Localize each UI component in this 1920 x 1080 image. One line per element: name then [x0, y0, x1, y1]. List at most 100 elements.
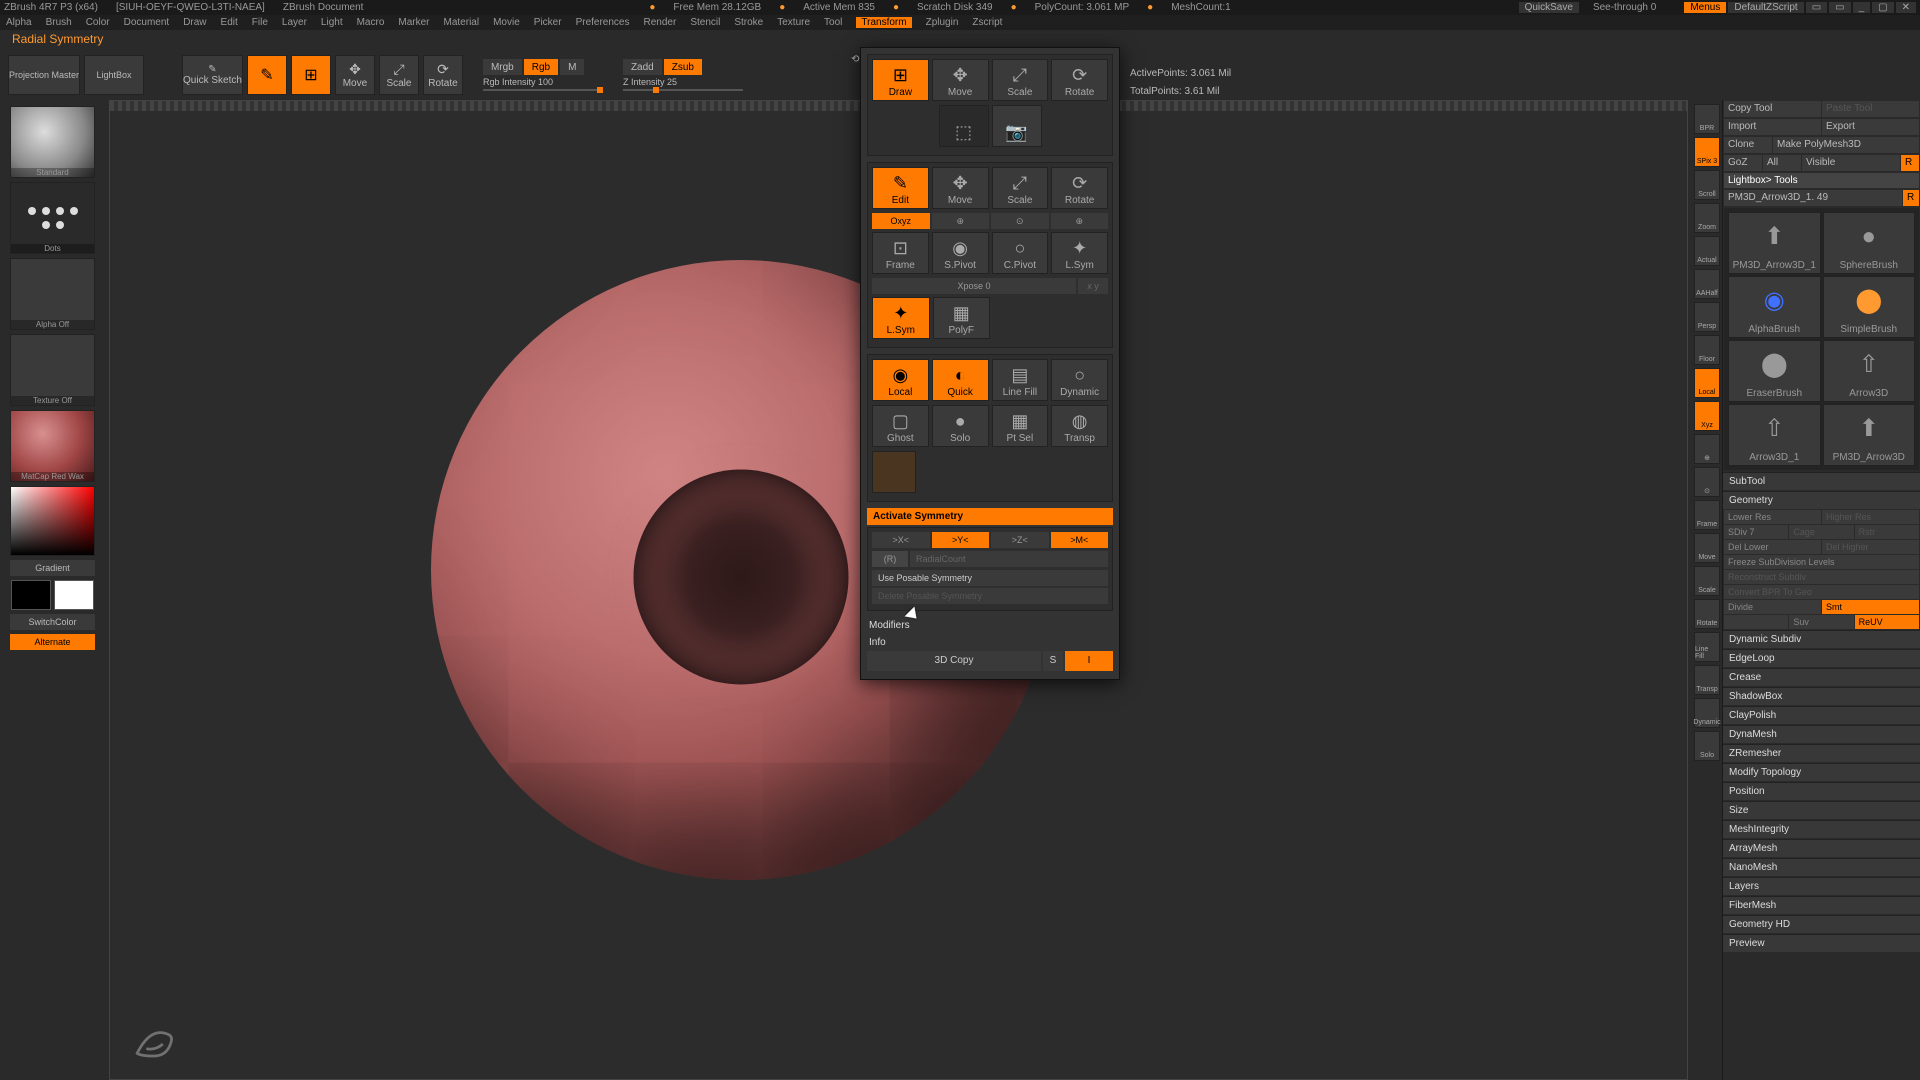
tool-arrow3d_1[interactable]: ⇧Arrow3D_1 [1728, 404, 1821, 466]
geom-sdiv-7[interactable]: SDiv 7 [1724, 525, 1788, 539]
swatch-white[interactable] [54, 580, 94, 610]
copy-tool-button[interactable]: Copy Tool [1724, 101, 1821, 117]
section-modify-topology[interactable]: Modify Topology [1723, 763, 1920, 781]
see-through[interactable]: See-through 0 [1593, 2, 1656, 13]
menu-macro[interactable]: Macro [357, 17, 385, 28]
float-c-pivot[interactable]: ○C.Pivot [992, 232, 1049, 274]
menu-picker[interactable]: Picker [534, 17, 562, 28]
float-solo[interactable]: ●Solo [932, 405, 989, 447]
section-geometry-hd[interactable]: Geometry HD [1723, 915, 1920, 933]
texture-thumb[interactable]: Texture Off [10, 334, 95, 406]
float-dynamic[interactable]: ○Dynamic [1051, 359, 1108, 401]
section-preview[interactable]: Preview [1723, 934, 1920, 952]
tool-arrow3d[interactable]: ⇧Arrow3D [1823, 340, 1916, 402]
tool-eraserbrush[interactable]: ⬤EraserBrush [1728, 340, 1821, 402]
menu-zplugin[interactable]: Zplugin [926, 17, 959, 28]
menu-movie[interactable]: Movie [493, 17, 520, 28]
radial-count-slider[interactable]: RadialCount [910, 551, 1108, 567]
float-move[interactable]: ✥Move [932, 167, 989, 209]
use-posable-symmetry-button[interactable]: Use Posable Symmetry [872, 570, 1108, 586]
section-crease[interactable]: Crease [1723, 668, 1920, 686]
section-position[interactable]: Position [1723, 782, 1920, 800]
section-meshintegrity[interactable]: MeshIntegrity [1723, 820, 1920, 838]
menu-alpha[interactable]: Alpha [6, 17, 32, 28]
float-local[interactable]: ◉Local [872, 359, 929, 401]
geom-reconstruct-subdiv[interactable]: Reconstruct Subdiv [1724, 570, 1919, 584]
float-line-fill[interactable]: ▤Line Fill [992, 359, 1049, 401]
xpose-slider[interactable]: Xpose 0 [872, 278, 1076, 294]
menu-transform[interactable]: Transform [856, 17, 911, 28]
rstrip-spix-3[interactable]: SPix 3 [1694, 137, 1720, 167]
section-shadowbox[interactable]: ShadowBox [1723, 687, 1920, 705]
section-layers[interactable]: Layers [1723, 877, 1920, 895]
float-frame[interactable]: ⊡Frame [872, 232, 929, 274]
section-dynamesh[interactable]: DynaMesh [1723, 725, 1920, 743]
geom-convert-bpr-to-geo[interactable]: Convert BPR To Geo [1724, 585, 1919, 599]
geom-smt[interactable]: Smt [1822, 600, 1919, 614]
rstrip-aahalf[interactable]: AAHalf [1694, 269, 1720, 299]
projection-master-button[interactable]: Projection Master [8, 55, 80, 95]
rstrip-floor[interactable]: Floor [1694, 335, 1720, 365]
gradient-button[interactable]: Gradient [10, 560, 95, 576]
export-button[interactable]: Export [1822, 119, 1919, 135]
menu-stroke[interactable]: Stroke [734, 17, 763, 28]
reload-icon[interactable]: ⟲ [851, 54, 859, 65]
rstrip-scroll[interactable]: Scroll [1694, 170, 1720, 200]
sym-axis-Y[interactable]: >Y< [932, 532, 990, 548]
rgb-mode[interactable]: Rgb [524, 59, 558, 75]
menu-marker[interactable]: Marker [398, 17, 429, 28]
rstrip-local[interactable]: Local [1694, 368, 1720, 398]
menus-toggle[interactable]: Menus [1684, 2, 1726, 13]
section-arraymesh[interactable]: ArrayMesh [1723, 839, 1920, 857]
m-mode[interactable]: M [560, 59, 584, 75]
float-s-pivot[interactable]: ◉S.Pivot [932, 232, 989, 274]
quicksave-button[interactable]: QuickSave [1519, 2, 1579, 13]
float-scale[interactable]: ⤢Scale [992, 167, 1049, 209]
goz-r-button[interactable]: R [1901, 155, 1919, 171]
geom-freeze-subdivision-levels[interactable]: Freeze SubDivision Levels [1724, 555, 1919, 569]
section-zremesher[interactable]: ZRemesher [1723, 744, 1920, 762]
rstrip-rotate[interactable]: Rotate [1694, 599, 1720, 629]
float-polyf[interactable]: ▦PolyF [933, 297, 991, 339]
lightbox-button[interactable]: LightBox [84, 55, 144, 95]
3d-copy-button[interactable]: 3D Copy [867, 651, 1041, 671]
rstrip-persp[interactable]: Persp [1694, 302, 1720, 332]
rstrip-xyz[interactable]: Xyz [1694, 401, 1720, 431]
section-geometry[interactable]: Geometry [1723, 491, 1920, 509]
menu-brush[interactable]: Brush [46, 17, 72, 28]
menu-document[interactable]: Document [124, 17, 170, 28]
menu-tool[interactable]: Tool [824, 17, 842, 28]
geom-del-higher[interactable]: Del Higher [1822, 540, 1919, 554]
float-quick[interactable]: ◐Quick [932, 359, 989, 401]
rstrip-transp[interactable]: Transp [1694, 665, 1720, 695]
tool-alphabrush[interactable]: ◉AlphaBrush [1728, 276, 1821, 338]
tool-pm3d_arrow3d[interactable]: ⬆PM3D_Arrow3D [1823, 404, 1916, 466]
s-button[interactable]: S [1043, 651, 1063, 671]
float-edit[interactable]: ✎Edit [872, 167, 929, 209]
float-move[interactable]: ✥Move [932, 59, 989, 101]
alternate-button[interactable]: Alternate [10, 634, 95, 650]
float-ghost[interactable]: ▢Ghost [872, 405, 929, 447]
menu-color[interactable]: Color [86, 17, 110, 28]
sym-axis-M[interactable]: >M< [1051, 532, 1109, 548]
pill-[interactable]: ⊙ [991, 213, 1049, 229]
close-icon[interactable]: ✕ [1896, 2, 1916, 13]
menu-draw[interactable]: Draw [183, 17, 206, 28]
tool-simplebrush[interactable]: ⬤SimpleBrush [1823, 276, 1916, 338]
rstrip-bpr[interactable]: BPR [1694, 104, 1720, 134]
rotate-button[interactable]: ⟳Rotate [423, 55, 463, 95]
info-section[interactable]: Info [861, 634, 1119, 651]
sym-axis-Z[interactable]: >Z< [991, 532, 1049, 548]
menu-stencil[interactable]: Stencil [690, 17, 720, 28]
float-l-sym[interactable]: ✦L.Sym [1051, 232, 1108, 274]
rstrip-scale[interactable]: Scale [1694, 566, 1720, 596]
section-edgeloop[interactable]: EdgeLoop [1723, 649, 1920, 667]
brush-thumb[interactable]: Standard [10, 106, 95, 178]
win1-icon[interactable]: ▭ [1806, 2, 1827, 13]
stroke-thumb[interactable]: Dots [10, 182, 95, 254]
goz-all-button[interactable]: All [1763, 155, 1801, 171]
switchcolor-button[interactable]: SwitchColor [10, 614, 95, 630]
goz-visible-button[interactable]: Visible [1802, 155, 1900, 171]
goz-button[interactable]: GoZ [1724, 155, 1762, 171]
activate-symmetry-header[interactable]: Activate Symmetry [867, 508, 1113, 525]
